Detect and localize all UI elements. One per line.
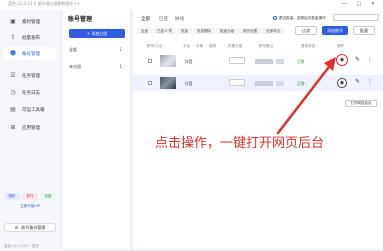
chip-settings[interactable]: 操作设置 <box>238 28 261 34</box>
edit-icon[interactable]: ✎ <box>355 56 360 63</box>
sidebar-item-tasks[interactable]: ☰ 任务管理 <box>4 69 56 82</box>
table-row[interactable]: 抖音 正常 ◉ ✎ ⋮ <box>133 53 383 69</box>
sidebar-badges: 随机 取件 全部 <box>4 193 56 200</box>
badge-pickup[interactable]: 取件 <box>22 193 38 200</box>
sidebar-item-label: 可运工具箱 <box>22 107 45 113</box>
title-bar: 蓝色 v1.0.43.0 留存通过保聊数据化++ — □ ✕ <box>0 0 383 10</box>
list-icon: ☰ <box>10 72 16 79</box>
chip-batch-group[interactable]: 批量分组 <box>215 28 238 34</box>
column-header: 登录状态 <box>301 44 316 48</box>
upgrade-link[interactable]: 立即升级VIP <box>4 204 56 209</box>
search-input[interactable] <box>333 14 379 21</box>
app-title: 蓝色 v1.0.43.0 留存通过保聊数据化++ <box>8 1 81 6</box>
table-row[interactable]: 抖音 正常 ◉ ✎ ⋮ <box>133 75 383 91</box>
tab-logged-in[interactable]: 已登 <box>159 16 168 22</box>
group-item-all[interactable]: 全部 <box>69 47 77 53</box>
column-header: 操作 <box>337 44 345 48</box>
add-account-button[interactable]: 添加账号 <box>322 26 348 35</box>
sidebar-footer: 蓝色 v1.0.43.0 · 更多 <box>4 244 39 248</box>
annotation-text: 点击操作，一键打开网页后台 <box>155 136 325 151</box>
edit-icon[interactable]: ✎ <box>355 78 360 85</box>
column-header: 头像 <box>196 44 204 48</box>
sidebar-item-publish[interactable]: ⇪ 批量发布 <box>4 31 56 44</box>
chip-batch-delete[interactable]: 批量删除 <box>192 28 215 34</box>
chip-batch[interactable]: 批量 <box>176 28 192 34</box>
batch-select-label: 是否批量，选择后可批量操作 <box>279 15 326 20</box>
account-backup-button[interactable]: ⚙ 账号备份管理 <box>4 223 56 232</box>
group-select[interactable] <box>229 79 245 86</box>
chip-selected-count: 已选 0 项 <box>153 28 176 34</box>
tab-offline[interactable]: 掉线 <box>175 16 184 22</box>
row-checkbox[interactable] <box>148 81 152 85</box>
toolbox-icon: ▤ <box>10 106 16 113</box>
group-count: 1 <box>119 64 122 69</box>
column-header: 平台 <box>183 44 191 48</box>
badge-all[interactable]: 全部 <box>40 193 56 200</box>
account-backup-label: 账号备份管理 <box>21 224 46 230</box>
sidebar-item-toolbox[interactable]: ▤ 可运工具箱 <box>4 103 56 116</box>
filter-button[interactable]: 过滤 <box>295 26 317 35</box>
group-count: 1 <box>119 47 122 52</box>
window-controls[interactable]: — □ ✕ <box>342 1 379 7</box>
toolbar-chips: 全选 已选 0 项 批量 批量删除 批量分组 操作设置 全部导出 <box>137 28 284 34</box>
sidebar-item-label: 任务日志 <box>22 90 40 96</box>
group-panel: 账号管理 + 添加分组 全部 1 未分组 1 <box>63 10 130 249</box>
sidebar-item-label: 任务管理 <box>22 73 40 79</box>
row-checkbox[interactable] <box>148 59 152 63</box>
add-group-button[interactable]: + 添加分组 <box>69 29 125 38</box>
sidebar-item-label: 应用管理 <box>22 125 40 131</box>
more-icon[interactable]: ⋮ <box>367 78 373 85</box>
upload-icon: ⇪ <box>10 34 16 41</box>
apps-icon: ⊞ <box>10 124 16 131</box>
column-header: 账号/平台 <box>147 44 163 48</box>
user-icon: ☻ <box>9 50 17 57</box>
sidebar-item-materials[interactable]: ▣ 素材管理 <box>4 15 56 28</box>
column-header: 账号备注 <box>259 44 274 48</box>
group-item-ungrouped[interactable]: 未分组 <box>69 64 81 70</box>
badge-random[interactable]: 随机 <box>4 193 20 200</box>
backup-icon: ⚙ <box>14 225 19 230</box>
sidebar-item-apps[interactable]: ⊞ 应用管理 <box>4 121 56 134</box>
platform-name: 抖音 <box>185 81 193 86</box>
chip-select-all[interactable]: 全选 <box>137 28 152 34</box>
sidebar-item-label: 素材管理 <box>22 19 40 25</box>
radio-icon <box>273 16 277 20</box>
group-select[interactable] <box>229 57 245 64</box>
sidebar-item-logs[interactable]: ◷ 任务日志 <box>4 86 56 99</box>
batch-button[interactable]: 批量 <box>353 26 375 35</box>
batch-select-toggle[interactable]: 是否批量，选择后可批量操作 <box>273 15 331 21</box>
column-header: 所属分组 <box>228 44 243 48</box>
tooltip: 打开网页后台 <box>345 100 377 107</box>
log-icon: ◷ <box>10 89 16 96</box>
annotation-arrow <box>276 57 336 135</box>
more-icon[interactable]: ⋮ <box>367 56 373 63</box>
page-title: 账号管理 <box>68 16 93 23</box>
sidebar-item-label: 批量发布 <box>22 35 40 41</box>
avatar <box>160 77 176 89</box>
account-list-panel: 全部 已登 掉线 是否批量，选择后可批量操作 全选 已选 0 项 批量 批量删除… <box>133 10 383 249</box>
sidebar-item-label: 账号管理 <box>22 51 40 57</box>
image-icon: ▣ <box>10 18 16 25</box>
column-header: 昵称 <box>209 44 217 48</box>
platform-name: 抖音 <box>185 59 193 64</box>
sidebar-item-accounts[interactable]: ☻ 账号管理 <box>4 47 56 60</box>
chip-export[interactable]: 全部导出 <box>261 28 284 34</box>
avatar <box>160 55 176 67</box>
sidebar: ▣ 素材管理 ⇪ 批量发布 ☻ 账号管理 ☰ 任务管理 ◷ 任务日志 ▤ 可运工… <box>0 10 60 251</box>
table-header: 账号/平台 平台 头像 昵称 所属分组 账号备注 登录状态 操作 <box>133 42 383 50</box>
tab-all[interactable]: 全部 <box>141 16 150 22</box>
